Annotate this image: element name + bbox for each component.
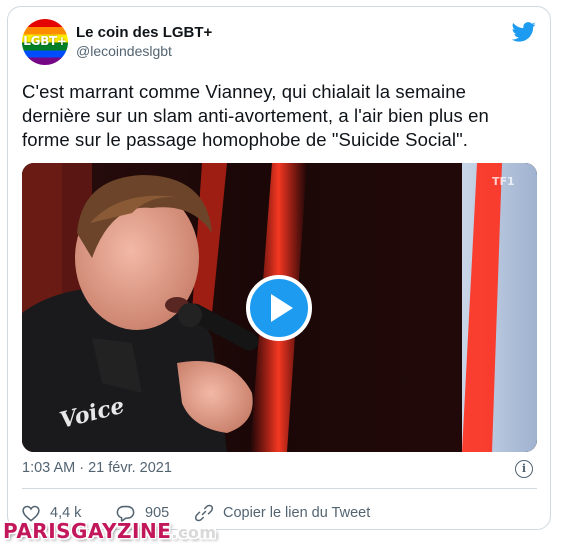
play-button[interactable] — [246, 275, 312, 341]
copy-link-label: Copier le lien du Tweet — [223, 505, 371, 521]
display-name[interactable]: Le coin des LGBT+ — [76, 24, 212, 41]
channel-logo: TF1 — [492, 175, 515, 188]
watermark-main: PARISGAYZINE — [3, 519, 172, 543]
play-icon — [271, 294, 293, 322]
divider — [22, 488, 537, 489]
avatar[interactable]: LGBT+ — [22, 19, 68, 65]
copy-link-button[interactable]: Copier le lien du Tweet — [195, 503, 370, 523]
watermark: PARISGAYZINE.com — [3, 519, 217, 543]
tweet-timestamp[interactable]: 1:03 AM · 21 févr. 2021 — [22, 460, 172, 476]
watermark-suffix: .com — [171, 523, 217, 542]
info-icon[interactable]: i — [515, 460, 533, 478]
user-handle[interactable]: @lecoindeslgbt — [76, 43, 172, 59]
avatar-label: LGBT+ — [23, 34, 67, 48]
twitter-bird-icon[interactable] — [512, 22, 536, 42]
tweet-text: C'est marrant comme Vianney, qui chialai… — [22, 81, 489, 150]
